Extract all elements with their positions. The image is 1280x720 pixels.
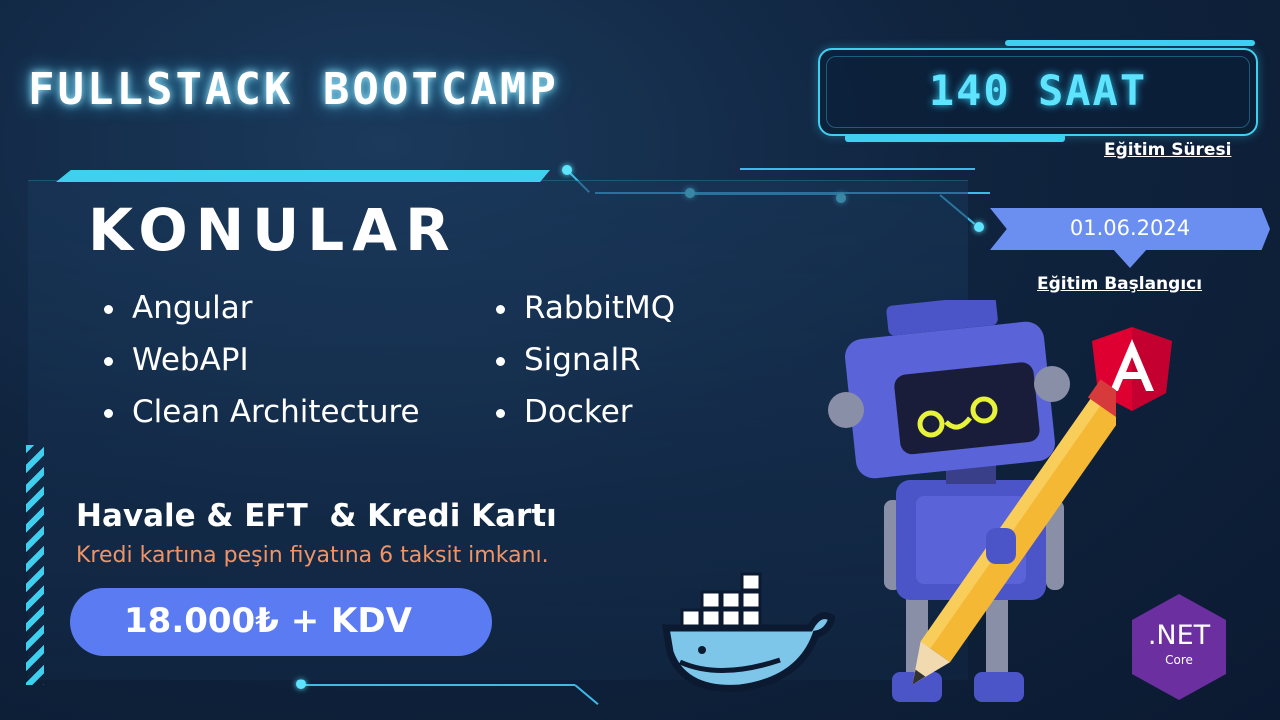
- dotnet-logo-text: .NET: [1147, 620, 1211, 651]
- circuit-line: [300, 684, 575, 686]
- topic-item: WebAPI: [100, 342, 420, 394]
- topic-item: Angular: [100, 290, 420, 342]
- topic-item: RabbitMQ: [492, 290, 675, 342]
- installment-note: Kredi kartına peşin fiyatına 6 taksit im…: [76, 543, 549, 568]
- payment-methods: Havale & EFT & Kredi Kartı: [76, 498, 557, 534]
- robot-illustration: [828, 300, 1116, 702]
- start-date: 01.06.2024: [1069, 216, 1191, 240]
- topic-item: Clean Architecture: [100, 394, 420, 446]
- badge-accent: [845, 134, 1065, 142]
- circuit-node: [562, 165, 572, 175]
- panel-accent: [56, 170, 550, 182]
- topic-list-right: RabbitMQ SignalR Docker: [492, 290, 675, 446]
- price-text: 18.000₺ + KDV: [124, 601, 412, 641]
- topic-list-left: Angular WebAPI Clean Architecture: [100, 290, 420, 446]
- badge-accent: [1005, 40, 1255, 46]
- duration-value: 140 SAAT: [928, 66, 1148, 115]
- circuit-line: [574, 684, 599, 706]
- topic-item: SignalR: [492, 342, 675, 394]
- topic-item: Docker: [492, 394, 675, 446]
- duration-label: Eğitim Süresi: [1104, 140, 1232, 160]
- docker-whale-icon: [661, 572, 835, 692]
- circuit-node: [296, 679, 306, 689]
- circuit-line: [740, 168, 975, 170]
- start-label: Eğitim Başlangıcı: [1037, 274, 1203, 294]
- page-title: FULLSTACK BOOTCAMP: [28, 64, 559, 115]
- topics-heading: KONULAR: [88, 196, 458, 264]
- decorative-stripes: [26, 445, 44, 685]
- circuit-node: [974, 222, 984, 232]
- dotnet-logo-subtext: Core: [1165, 653, 1193, 667]
- date-ribbon-pointer: [1112, 248, 1148, 268]
